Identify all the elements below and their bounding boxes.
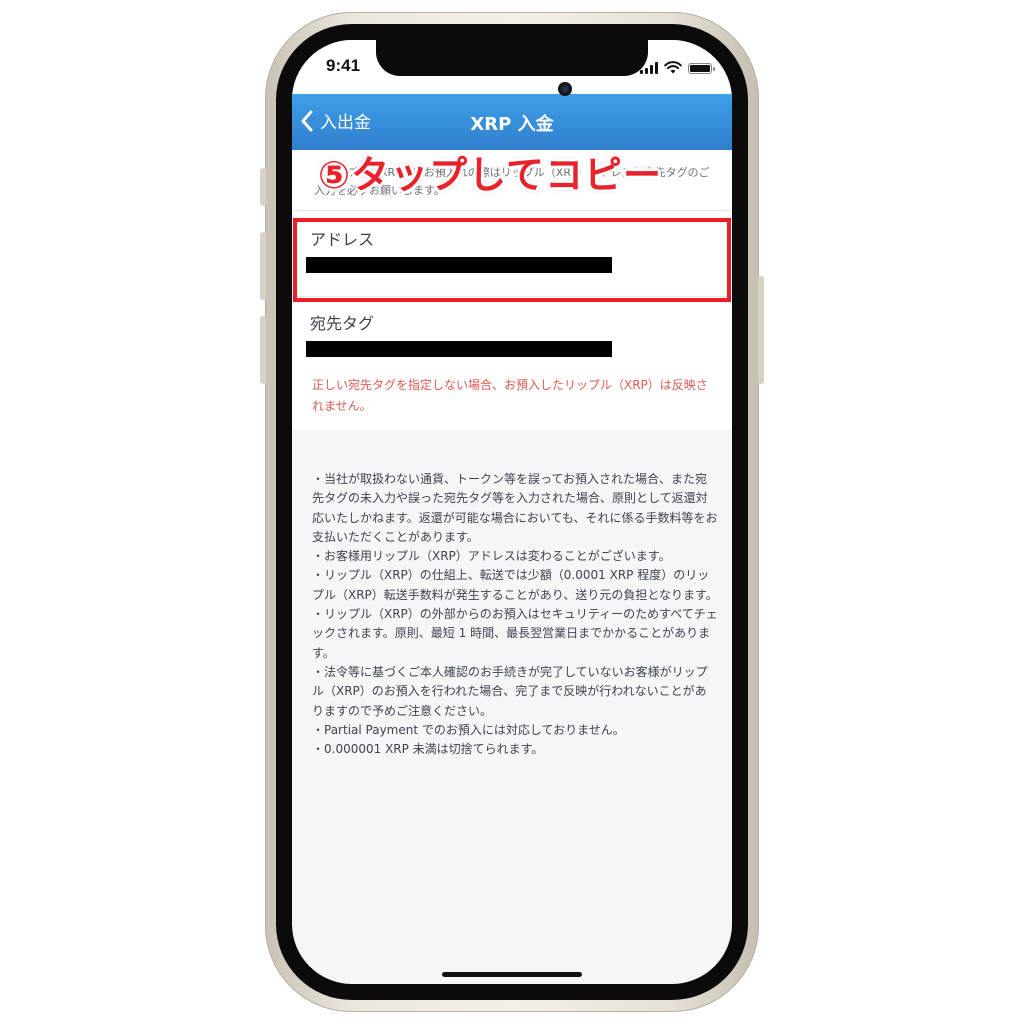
destination-tag-value-redacted[interactable] <box>306 341 612 357</box>
note-item: ・お客様用リップル（XRP）アドレスは変わることがございます。 <box>312 549 671 564</box>
wifi-icon <box>664 61 682 74</box>
destination-tag-label: 宛先タグ <box>310 314 375 333</box>
note-item: ・法令等に基づくご本人確認のお手続きが完了していないお客様がリップル（XRP）の… <box>312 664 708 718</box>
navigation-bar: 入出金 XRP 入金 <box>292 94 732 150</box>
front-camera <box>558 82 572 96</box>
status-bar: 9:41 <box>292 40 732 96</box>
note-item: ・リップル（XRP）の仕組上、転送では少額（0.0001 XRP 程度）のリップ… <box>312 568 718 602</box>
note-item: ・Partial Payment でのお預入には対応しておりません。 <box>312 722 625 737</box>
status-icons <box>640 60 715 74</box>
mute-switch <box>260 168 266 206</box>
power-button <box>758 276 764 384</box>
destination-tag-row[interactable]: 宛先タグ <box>292 298 732 370</box>
home-indicator <box>442 972 582 977</box>
page-title: XRP 入金 <box>470 114 554 135</box>
volume-down-button <box>260 316 266 384</box>
battery-icon <box>688 63 715 74</box>
note-item: ・0.000001 XRP 未満は切捨てられます。 <box>312 742 544 757</box>
volume-up-button <box>260 232 266 300</box>
cellular-signal-icon <box>640 62 658 74</box>
notes-list: ・当社が取扱わない通貨、トークン等を誤ってお預入された場合、また宛先タグの未入力… <box>312 470 718 759</box>
notch <box>376 40 648 76</box>
address-highlight-box <box>293 218 731 302</box>
note-item: ・リップル（XRP）の外部からのお預入はセキュリティーのためすべてチェックされま… <box>312 607 718 660</box>
warning-text: 正しい宛先タグを指定しない場合、お預入したリップル（XRP）は反映されません。 <box>312 378 708 413</box>
tap-to-copy-callout: ⑤タップしてコピー <box>318 153 663 197</box>
status-time: 9:41 <box>326 56 361 75</box>
note-item: ・当社が取扱わない通貨、トークン等を誤ってお預入された場合、また宛先タグの未入力… <box>312 472 718 544</box>
divider <box>292 210 732 211</box>
